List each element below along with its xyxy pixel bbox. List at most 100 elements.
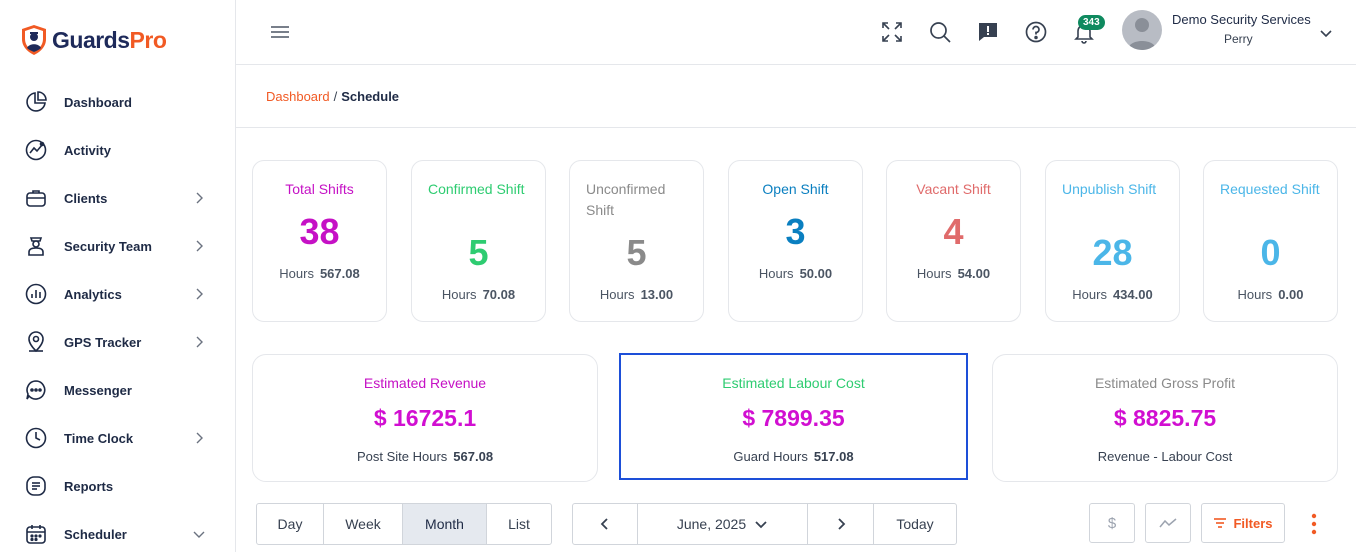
stat-hours: Hours 70.08 bbox=[441, 287, 516, 302]
briefcase-icon bbox=[24, 186, 48, 210]
stat-value: 0 bbox=[1260, 232, 1281, 273]
activity-icon bbox=[24, 138, 48, 162]
top-header: 343 Demo Security Services Perry bbox=[236, 0, 1356, 65]
sidebar: GuardsPro Dashboard Activity Clients Sec… bbox=[0, 0, 236, 552]
summary-card-estimated-gross-profit[interactable]: Estimated Gross Profit $ 8825.75 Revenue… bbox=[992, 354, 1338, 482]
sidebar-item-activity[interactable]: Activity bbox=[0, 126, 236, 174]
chevron-right-icon bbox=[196, 192, 203, 204]
report-icon bbox=[24, 474, 48, 498]
sidebar-item-label: Reports bbox=[64, 478, 114, 494]
stat-hours: Hours 50.00 bbox=[758, 266, 833, 281]
app-root: GuardsPro Dashboard Activity Clients Sec… bbox=[0, 0, 1356, 552]
sidebar-item-label: Clients bbox=[64, 190, 108, 206]
filters-button[interactable]: Filters bbox=[1201, 503, 1285, 543]
sidebar-item-gps-tracker[interactable]: GPS Tracker bbox=[0, 318, 236, 366]
shield-logo-icon bbox=[22, 25, 46, 55]
feedback-icon[interactable] bbox=[976, 20, 1000, 44]
stat-value: 38 bbox=[299, 211, 340, 252]
breadcrumb-current: Schedule bbox=[341, 89, 400, 104]
stat-title: Total Shifts bbox=[285, 181, 354, 197]
trend-view-button[interactable] bbox=[1145, 503, 1191, 543]
current-period: June, 2025 bbox=[676, 516, 747, 532]
stat-title: Requested Shift bbox=[1220, 181, 1320, 197]
breadcrumb-separator: / bbox=[333, 89, 338, 104]
summary-value: $ 16725.1 bbox=[373, 405, 477, 431]
chat-icon bbox=[24, 378, 48, 402]
summary-sub: Guard Hours 517.08 bbox=[733, 449, 854, 464]
analytics-icon bbox=[24, 282, 48, 306]
stat-card-unconfirmed-shift[interactable]: Unconfirmed Shift 5 Hours 13.00 bbox=[569, 160, 704, 322]
chevron-right-icon bbox=[196, 288, 203, 300]
stat-card-total-shifts[interactable]: Total Shifts 38 Hours 567.08 bbox=[252, 160, 387, 322]
sidebar-item-analytics[interactable]: Analytics bbox=[0, 270, 236, 318]
view-list-button[interactable]: List bbox=[487, 504, 551, 544]
more-options-icon[interactable] bbox=[1306, 512, 1322, 538]
sidebar-item-clients[interactable]: Clients bbox=[0, 174, 236, 222]
stat-hours: Hours 13.00 bbox=[599, 287, 674, 302]
stat-card-vacant-shift[interactable]: Vacant Shift 4 Hours 54.00 bbox=[886, 160, 1021, 322]
brand-logo[interactable]: GuardsPro bbox=[20, 24, 167, 56]
sidebar-item-label: Scheduler bbox=[64, 526, 127, 542]
filter-icon bbox=[1214, 518, 1227, 528]
view-day-button[interactable]: Day bbox=[257, 504, 324, 544]
chevron-left-icon bbox=[600, 518, 608, 530]
stat-value: 4 bbox=[943, 211, 964, 252]
summary-card-estimated-labour-cost[interactable]: Estimated Labour Cost $ 7899.35 Guard Ho… bbox=[619, 353, 968, 480]
stat-hours: Hours 54.00 bbox=[916, 266, 991, 281]
fullscreen-icon[interactable] bbox=[880, 20, 904, 44]
stat-value: 3 bbox=[785, 211, 806, 252]
stat-title: Unconfirmed Shift bbox=[586, 181, 666, 218]
breadcrumb: Dashboard / Schedule bbox=[266, 89, 399, 104]
chevron-right-icon bbox=[196, 240, 203, 252]
breadcrumb-link-dashboard[interactable]: Dashboard bbox=[266, 89, 330, 104]
clock-icon bbox=[24, 426, 48, 450]
summary-title: Estimated Revenue bbox=[363, 375, 487, 391]
chevron-right-icon bbox=[837, 518, 845, 530]
user-company[interactable]: Demo Security Services bbox=[1172, 12, 1311, 27]
next-period-button[interactable] bbox=[808, 504, 874, 544]
stat-card-confirmed-shift[interactable]: Confirmed Shift 5 Hours 70.08 bbox=[411, 160, 546, 322]
search-icon[interactable] bbox=[928, 20, 952, 44]
view-month-button[interactable]: Month bbox=[403, 504, 487, 544]
avatar[interactable] bbox=[1122, 10, 1162, 50]
sidebar-item-time-clock[interactable]: Time Clock bbox=[0, 414, 236, 462]
show-cost-button[interactable]: $ bbox=[1089, 503, 1135, 543]
sidebar-item-dashboard[interactable]: Dashboard bbox=[0, 78, 236, 126]
sidebar-item-reports[interactable]: Reports bbox=[0, 462, 236, 510]
stat-hours: Hours 567.08 bbox=[279, 266, 360, 281]
user-silhouette-icon bbox=[1128, 18, 1156, 50]
summary-sub: Revenue - Labour Cost bbox=[1097, 449, 1233, 464]
calendar-icon bbox=[24, 522, 48, 546]
stat-title: Confirmed Shift bbox=[428, 181, 525, 197]
sidebar-item-label: Activity bbox=[64, 142, 111, 158]
stat-value: 5 bbox=[468, 232, 489, 273]
summary-title: Estimated Gross Profit bbox=[1094, 375, 1236, 391]
stat-hours: Hours 434.00 bbox=[1072, 287, 1153, 302]
breadcrumb-bar: Dashboard / Schedule bbox=[236, 65, 1356, 128]
hamburger-menu-icon[interactable] bbox=[270, 22, 290, 42]
sidebar-item-scheduler[interactable]: Scheduler bbox=[0, 510, 236, 552]
prev-period-button[interactable] bbox=[573, 504, 638, 544]
stat-card-open-shift[interactable]: Open Shift 3 Hours 50.00 bbox=[728, 160, 863, 322]
summary-card-estimated-revenue[interactable]: Estimated Revenue $ 16725.1 Post Site Ho… bbox=[252, 354, 598, 482]
summary-value: $ 7899.35 bbox=[742, 405, 845, 431]
notification-count-badge: 343 bbox=[1078, 15, 1105, 30]
sidebar-nav: Dashboard Activity Clients Security Team… bbox=[0, 78, 236, 552]
chevron-down-icon[interactable] bbox=[1319, 26, 1333, 40]
user-name[interactable]: Perry bbox=[1224, 32, 1253, 46]
stat-card-requested-shift[interactable]: Requested Shift 0 Hours 0.00 bbox=[1203, 160, 1338, 322]
trend-line-icon bbox=[1159, 518, 1177, 528]
date-navigation: June, 2025 Today bbox=[572, 503, 957, 545]
stat-card-unpublish-shift[interactable]: Unpublish Shift 28 Hours 434.00 bbox=[1045, 160, 1180, 322]
sidebar-item-label: GPS Tracker bbox=[64, 334, 142, 350]
view-week-button[interactable]: Week bbox=[324, 504, 403, 544]
sidebar-item-security-team[interactable]: Security Team bbox=[0, 222, 236, 270]
summary-sub: Post Site Hours 567.08 bbox=[356, 449, 494, 464]
period-picker[interactable]: June, 2025 bbox=[638, 504, 808, 544]
sidebar-item-label: Messenger bbox=[64, 382, 132, 398]
chevron-down-icon bbox=[193, 531, 205, 538]
help-icon[interactable] bbox=[1024, 20, 1048, 44]
today-button[interactable]: Today bbox=[874, 504, 956, 544]
sidebar-item-messenger[interactable]: Messenger bbox=[0, 366, 236, 414]
sidebar-item-label: Time Clock bbox=[64, 430, 134, 446]
